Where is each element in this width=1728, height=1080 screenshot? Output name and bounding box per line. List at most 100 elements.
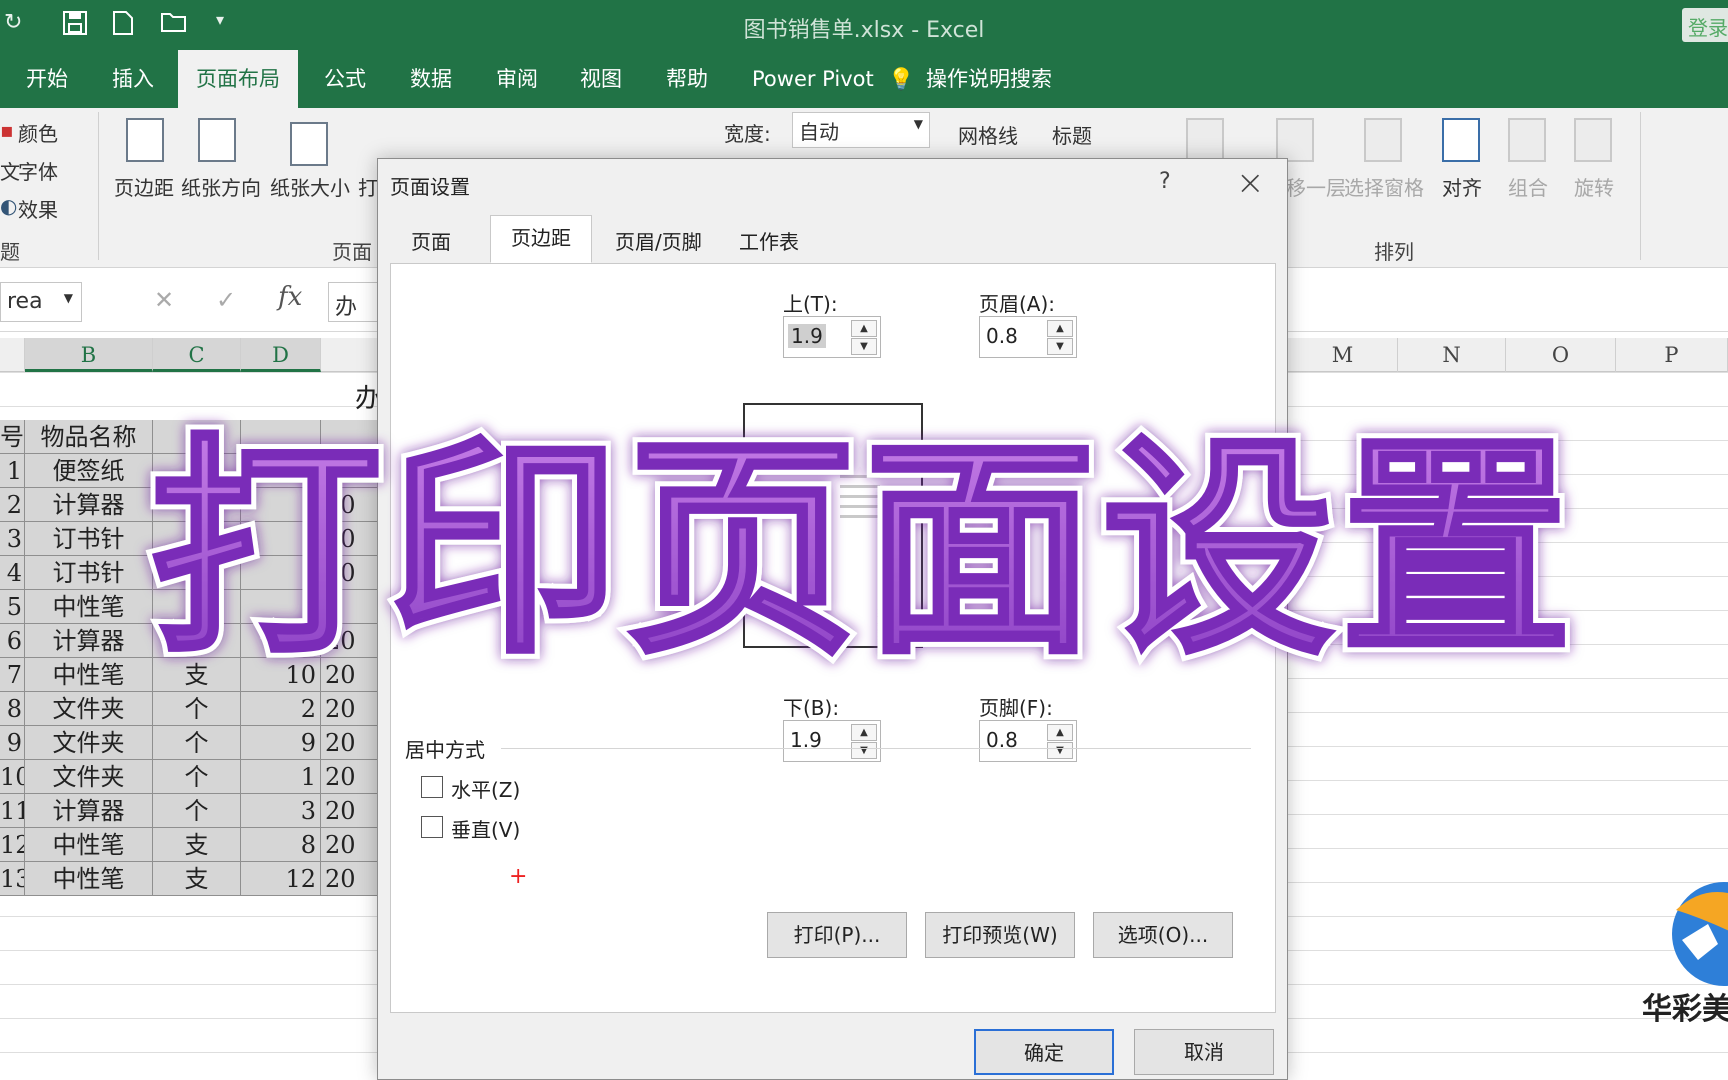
- print-button[interactable]: 打印(P)...: [767, 912, 907, 958]
- spin-up-icon[interactable]: ▲: [851, 320, 877, 337]
- row-number-cell[interactable]: 13: [0, 862, 25, 896]
- column-header-a[interactable]: [0, 338, 25, 372]
- vertical-checkbox[interactable]: [421, 816, 443, 838]
- column-header-c[interactable]: C: [153, 338, 241, 372]
- row-number-cell[interactable]: 12: [0, 828, 25, 862]
- row-number-cell[interactable]: 10: [0, 760, 25, 794]
- tab-review[interactable]: 审阅: [478, 50, 556, 108]
- item-name-cell[interactable]: 中性笔: [25, 590, 153, 624]
- item-name-cell[interactable]: 计算器: [25, 624, 153, 658]
- enter-icon[interactable]: ✓: [216, 286, 236, 314]
- spin-up-icon[interactable]: ▲: [1047, 320, 1073, 337]
- item-name-cell[interactable]: 中性笔: [25, 828, 153, 862]
- scale-width-select[interactable]: 自动 ▼: [792, 112, 930, 148]
- spin-up-icon[interactable]: ▲: [1047, 724, 1073, 741]
- horizontal-label[interactable]: 水平(Z): [451, 774, 520, 803]
- close-icon[interactable]: ×: [1236, 163, 1265, 203]
- quantity-cell[interactable]: 2: [241, 692, 321, 726]
- column-header-n[interactable]: N: [1398, 338, 1506, 372]
- item-name-cell[interactable]: 文件夹: [25, 726, 153, 760]
- item-name-cell[interactable]: 中性笔: [25, 658, 153, 692]
- unit-cell[interactable]: [153, 556, 241, 590]
- unit-cell[interactable]: [153, 522, 241, 556]
- page-size-button[interactable]: 纸张大小: [270, 172, 350, 201]
- tab-home[interactable]: 开始: [8, 50, 86, 108]
- header-cell[interactable]: [241, 420, 321, 454]
- date-cell[interactable]: 20: [321, 522, 380, 556]
- cancel-icon[interactable]: ✕: [154, 286, 174, 314]
- item-name-cell[interactable]: 计算器: [25, 794, 153, 828]
- help-button[interactable]: ?: [1159, 169, 1171, 194]
- item-name-cell[interactable]: 中性笔: [25, 862, 153, 896]
- date-cell[interactable]: 20: [321, 828, 380, 862]
- item-name-cell[interactable]: 订书针: [25, 522, 153, 556]
- theme-effects-button[interactable]: 效果: [18, 194, 58, 223]
- bottom-margin-stepper[interactable]: 1.9 ▲ ▼: [783, 720, 881, 762]
- date-cell[interactable]: 20: [321, 726, 380, 760]
- tab-formulas[interactable]: 公式: [306, 50, 384, 108]
- row-number-cell[interactable]: 3: [0, 522, 25, 556]
- quantity-cell[interactable]: [241, 556, 321, 590]
- top-margin-stepper[interactable]: 1.9 ▲ ▼: [783, 316, 881, 358]
- date-cell[interactable]: 20: [321, 794, 380, 828]
- unit-cell[interactable]: [153, 590, 241, 624]
- quantity-cell[interactable]: 10: [241, 658, 321, 692]
- quantity-cell[interactable]: [241, 488, 321, 522]
- date-cell[interactable]: 20: [321, 692, 380, 726]
- spin-down-icon[interactable]: ▼: [1047, 742, 1073, 759]
- column-header-d[interactable]: D: [241, 338, 321, 372]
- tab-insert[interactable]: 插入: [94, 50, 172, 108]
- row-number-cell[interactable]: 4: [0, 556, 25, 590]
- send-backward-button[interactable]: 移一层: [1286, 172, 1346, 201]
- quantity-cell[interactable]: 9: [241, 726, 321, 760]
- tab-view[interactable]: 视图: [562, 50, 640, 108]
- quantity-cell[interactable]: [241, 624, 321, 658]
- spin-down-icon[interactable]: ▼: [1047, 338, 1073, 355]
- header-cell[interactable]: [153, 420, 241, 454]
- unit-cell[interactable]: 个: [153, 726, 241, 760]
- options-button[interactable]: 选项(O)...: [1093, 912, 1233, 958]
- quantity-cell[interactable]: 8: [241, 828, 321, 862]
- margins-button[interactable]: 页边距: [114, 172, 174, 201]
- item-name-cell[interactable]: 计算器: [25, 488, 153, 522]
- orientation-button[interactable]: 纸张方向: [181, 172, 261, 201]
- quantity-cell[interactable]: 12: [241, 862, 321, 896]
- unit-cell[interactable]: 个: [153, 794, 241, 828]
- date-cell[interactable]: 20: [321, 488, 380, 522]
- date-cell[interactable]: 2: [321, 590, 380, 624]
- row-number-cell[interactable]: 9: [0, 726, 25, 760]
- print-area-button[interactable]: 打: [358, 172, 378, 201]
- unit-cell[interactable]: 个: [153, 760, 241, 794]
- date-cell[interactable]: [321, 454, 380, 488]
- row-number-cell[interactable]: 8: [0, 692, 25, 726]
- unit-cell[interactable]: 个: [153, 692, 241, 726]
- name-box[interactable]: rea ▼: [0, 282, 82, 322]
- header-cell[interactable]: [321, 420, 380, 454]
- unit-cell[interactable]: 支: [153, 658, 241, 692]
- unit-cell[interactable]: [153, 454, 241, 488]
- unit-cell[interactable]: 支: [153, 828, 241, 862]
- date-cell[interactable]: 20: [321, 862, 380, 896]
- row-number-cell[interactable]: 2: [0, 488, 25, 522]
- tab-margins[interactable]: 页边距: [490, 215, 592, 263]
- selection-pane-button[interactable]: 选择窗格: [1344, 172, 1424, 201]
- vertical-label[interactable]: 垂直(V): [451, 814, 520, 843]
- column-header-m[interactable]: M: [1288, 338, 1398, 372]
- tab-page-layout[interactable]: 页面布局: [178, 50, 298, 108]
- date-cell[interactable]: 20: [321, 658, 380, 692]
- align-button[interactable]: 对齐: [1442, 172, 1482, 201]
- unit-cell[interactable]: [153, 488, 241, 522]
- unit-cell[interactable]: [153, 624, 241, 658]
- column-header-p[interactable]: P: [1616, 338, 1728, 372]
- row-number-cell[interactable]: 11: [0, 794, 25, 828]
- ok-button[interactable]: 确定: [974, 1029, 1114, 1075]
- tab-sheet[interactable]: 工作表: [718, 219, 820, 263]
- horizontal-checkbox[interactable]: [421, 776, 443, 798]
- unit-cell[interactable]: 支: [153, 862, 241, 896]
- item-name-cell[interactable]: 文件夹: [25, 692, 153, 726]
- quantity-cell[interactable]: [241, 522, 321, 556]
- tab-page[interactable]: 页面: [390, 219, 472, 263]
- date-cell[interactable]: 20: [321, 760, 380, 794]
- rotate-button[interactable]: 旋转: [1574, 172, 1614, 201]
- quantity-cell[interactable]: 3: [241, 794, 321, 828]
